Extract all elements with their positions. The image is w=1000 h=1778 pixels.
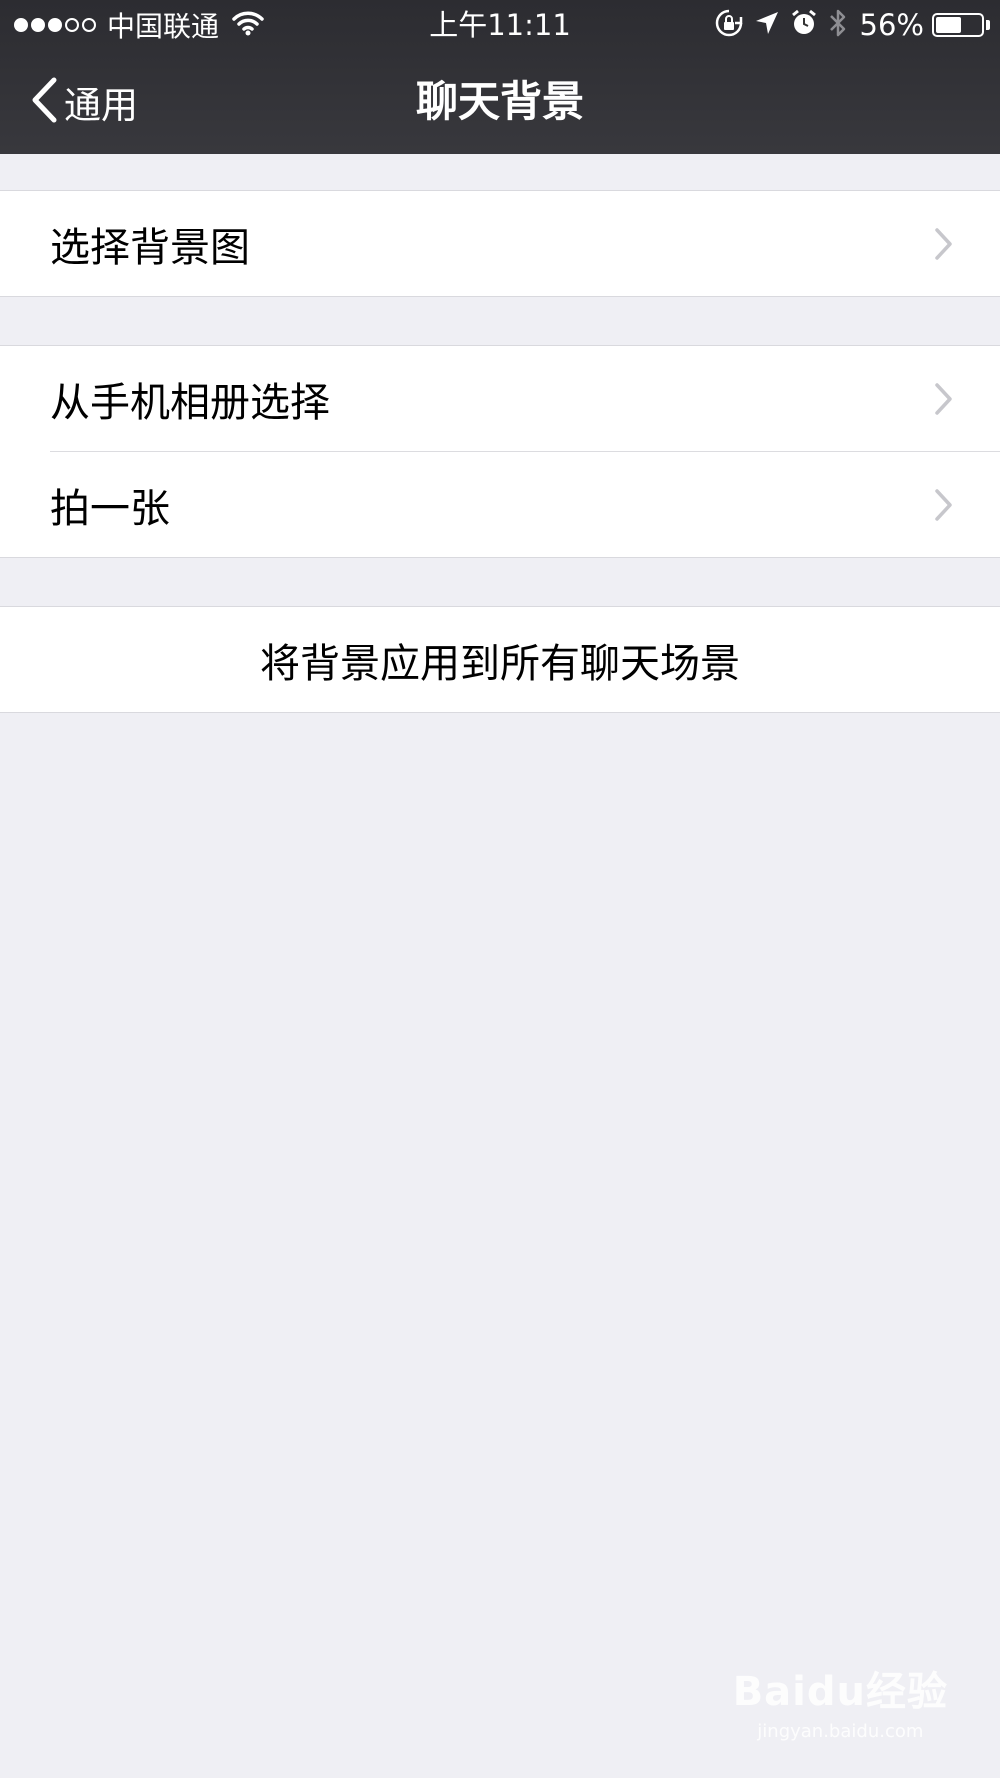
- watermark-url: jingyan.baidu.com: [757, 1721, 924, 1742]
- section-background-image: 选择背景图: [0, 190, 1000, 297]
- page-title: 聊天背景: [415, 77, 584, 126]
- rotation-lock-icon: [704, 8, 744, 42]
- section-apply-all: 将背景应用到所有聊天场景: [0, 606, 1000, 713]
- watermark-brand: Baidu经验: [732, 1669, 948, 1715]
- select-background-image-cell[interactable]: 选择背景图: [0, 191, 1000, 296]
- cell-label: 拍一张: [50, 485, 170, 532]
- alarm-clock-icon: [780, 9, 818, 41]
- choose-from-album-cell[interactable]: 从手机相册选择: [0, 346, 1000, 451]
- status-right: 56%: [704, 6, 990, 44]
- baidu-watermark: Baidu经验 jingyan.baidu.com: [733, 1659, 948, 1742]
- cell-label: 将背景应用到所有聊天场景: [260, 640, 740, 687]
- chevron-right-icon: [934, 382, 954, 420]
- take-photo-cell[interactable]: 拍一张: [0, 452, 1000, 557]
- apply-to-all-chats-button[interactable]: 将背景应用到所有聊天场景: [0, 607, 1000, 712]
- chevron-right-icon: [934, 488, 954, 526]
- status-bar: 中国联通 上午11:11 56%: [0, 0, 1000, 50]
- battery-icon: [932, 13, 984, 37]
- chevron-right-icon: [934, 227, 954, 265]
- navigation-bar: 通用 聊天背景: [0, 50, 1000, 154]
- cell-label: 从手机相册选择: [50, 379, 330, 426]
- battery-percent: 56%: [859, 8, 924, 42]
- location-arrow-icon: [744, 10, 780, 40]
- cell-label: 选择背景图: [50, 224, 250, 271]
- battery-cap: [986, 20, 990, 30]
- battery-level: [936, 17, 961, 33]
- bluetooth-icon: [818, 8, 848, 42]
- top-bar: 中国联通 上午11:11 56% 通用 聊天背景: [0, 0, 1000, 154]
- section-photo-source: 从手机相册选择 拍一张: [0, 345, 1000, 558]
